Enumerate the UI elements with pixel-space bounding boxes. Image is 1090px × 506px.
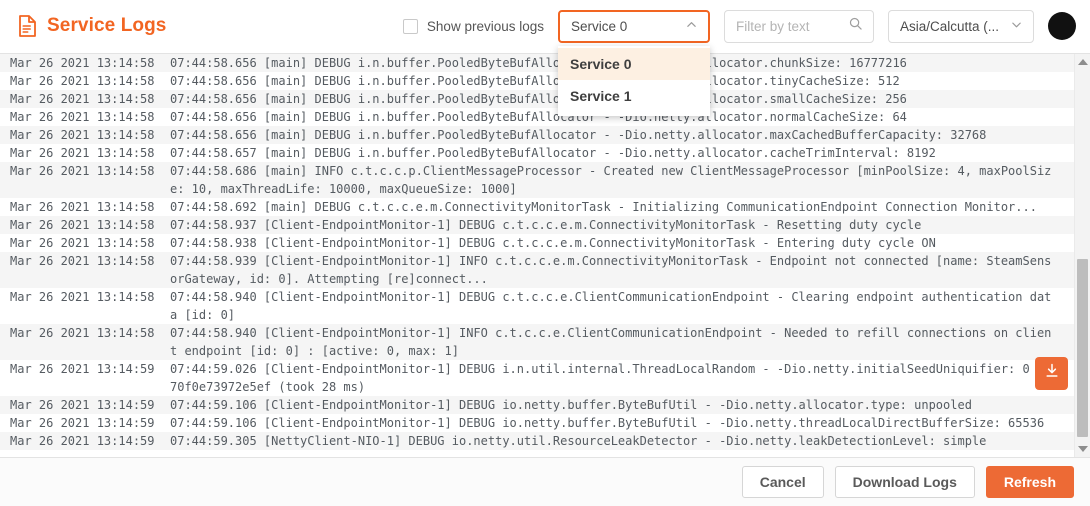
log-timestamp: Mar 26 2021 13:14:58 — [10, 92, 155, 106]
log-message: 07:44:58.692 [main] DEBUG c.t.c.c.e.m.Co… — [170, 200, 1037, 214]
log-message: 07:44:59.305 [NettyClient-NIO-1] DEBUG i… — [170, 434, 987, 448]
log-timestamp: Mar 26 2021 13:14:59 — [10, 416, 155, 430]
log-timestamp: Mar 26 2021 13:14:58 — [10, 164, 155, 178]
log-panel: Mar 26 2021 13:14:58 07:44:58.656 [main] … — [0, 53, 1090, 458]
log-row: Mar 26 2021 13:14:58 07:44:58.656 [main] … — [0, 108, 1074, 126]
cancel-button[interactable]: Cancel — [741, 466, 824, 498]
log-message-continuation: a [id: 0] — [170, 308, 236, 322]
log-message: 07:44:58.686 [main] INFO c.t.c.c.p.Clien… — [170, 162, 1074, 198]
refresh-button[interactable]: Refresh — [985, 466, 1074, 498]
log-message-continuation: orGateway, id: 0]. Attempting [re]connec… — [170, 272, 488, 286]
show-previous-logs-checkbox[interactable]: Show previous logs — [402, 18, 544, 34]
dropdown-option-service-0[interactable]: Service 0 — [558, 48, 710, 80]
log-message: 07:44:59.106 [Client-EndpointMonitor-1] … — [170, 398, 972, 412]
log-timestamp: Mar 26 2021 13:14:59 — [10, 362, 155, 376]
log-timestamp: Mar 26 2021 13:14:58 — [10, 200, 155, 214]
header-controls: Show previous logs Service 0 Asia/Calcut… — [402, 9, 1076, 43]
log-row: Mar 26 2021 13:14:58 07:44:58.692 [main] … — [0, 198, 1074, 216]
log-timestamp: Mar 26 2021 13:14:59 — [10, 398, 155, 412]
caret-up-icon[interactable] — [1075, 54, 1090, 70]
log-message: 07:44:58.940 [Client-EndpointMonitor-1] … — [170, 324, 1074, 360]
log-row: Mar 26 2021 13:14:58 07:44:58.656 [main] … — [0, 126, 1074, 144]
log-timestamp: Mar 26 2021 13:14:58 — [10, 128, 155, 142]
log-row: Mar 26 2021 13:14:59 07:44:59.106 [Client… — [0, 414, 1074, 432]
scroll-to-bottom-button[interactable] — [1035, 357, 1068, 390]
log-message-continuation: e: 10, maxThreadLife: 10000, maxQueueSiz… — [170, 182, 517, 196]
log-timestamp: Mar 26 2021 13:14:58 — [10, 74, 155, 88]
dropdown-option-service-1[interactable]: Service 1 — [558, 80, 710, 112]
log-row: Mar 26 2021 13:14:58 07:44:58.686 [main] … — [0, 162, 1074, 198]
log-row: Mar 26 2021 13:14:59 07:44:59.026 [Client… — [0, 360, 1074, 396]
log-message: 07:44:59.026 [Client-EndpointMonitor-1] … — [170, 360, 1074, 396]
log-row: Mar 26 2021 13:14:58 07:44:58.940 [Client… — [0, 288, 1074, 324]
moon-icon — [1054, 16, 1070, 37]
page-header: Service Logs Show previous logs Service … — [0, 0, 1090, 52]
timezone-select-value: Asia/Calcutta (... — [900, 18, 1000, 34]
scroll-to-bottom-icon — [1043, 362, 1061, 385]
log-timestamp: Mar 26 2021 13:14:58 — [10, 326, 155, 340]
log-scrollbar[interactable] — [1074, 54, 1090, 457]
log-row: Mar 26 2021 13:14:58 07:44:58.657 [main] … — [0, 144, 1074, 162]
log-message: 07:44:58.656 [main] DEBUG i.n.buffer.Poo… — [170, 128, 987, 142]
log-timestamp: Mar 26 2021 13:14:58 — [10, 146, 155, 160]
dark-mode-toggle[interactable] — [1048, 12, 1076, 40]
log-message-continuation: 70f0e73972e5ef (took 28 ms) — [170, 380, 366, 394]
log-timestamp: Mar 26 2021 13:14:58 — [10, 254, 155, 268]
show-previous-logs-label: Show previous logs — [426, 18, 544, 34]
log-timestamp: Mar 26 2021 13:14:58 — [10, 218, 155, 232]
log-row: Mar 26 2021 13:14:58 07:44:58.939 [Client… — [0, 252, 1074, 288]
log-timestamp: Mar 26 2021 13:14:58 — [10, 56, 155, 70]
log-row: Mar 26 2021 13:14:59 07:44:59.106 [Client… — [0, 396, 1074, 414]
download-logs-button[interactable]: Download Logs — [834, 466, 975, 498]
log-timestamp: Mar 26 2021 13:14:59 — [10, 434, 155, 448]
log-row: Mar 26 2021 13:14:58 07:44:58.656 [main] … — [0, 54, 1074, 72]
log-row: Mar 26 2021 13:14:58 07:44:58.938 [Client… — [0, 234, 1074, 252]
search-icon[interactable] — [849, 17, 862, 35]
log-message: 07:44:58.939 [Client-EndpointMonitor-1] … — [170, 252, 1074, 288]
checkbox-box[interactable] — [402, 18, 418, 34]
filter-by-text-box[interactable] — [724, 9, 874, 43]
log-message: 07:44:58.657 [main] DEBUG i.n.buffer.Poo… — [170, 146, 936, 160]
log-list[interactable]: Mar 26 2021 13:14:58 07:44:58.656 [main] … — [0, 54, 1074, 457]
log-row: Mar 26 2021 13:14:59 07:44:59.305 [NettyC… — [0, 432, 1074, 450]
log-timestamp: Mar 26 2021 13:14:58 — [10, 290, 155, 304]
log-timestamp: Mar 26 2021 13:14:58 — [10, 110, 155, 124]
service-dropdown-menu[interactable]: Service 0 Service 1 — [558, 46, 710, 116]
chevron-down-icon — [1011, 17, 1022, 35]
timezone-select[interactable]: Asia/Calcutta (... — [888, 9, 1034, 43]
service-select[interactable]: Service 0 — [558, 9, 710, 43]
log-row: Mar 26 2021 13:14:58 07:44:58.656 [main] … — [0, 90, 1074, 108]
page-title: Service Logs — [47, 15, 167, 36]
footer-actions: Cancel Download Logs Refresh — [0, 458, 1090, 506]
log-message: 07:44:58.937 [Client-EndpointMonitor-1] … — [170, 218, 922, 232]
log-message-continuation: t endpoint [id: 0] : [active: 0, max: 1] — [170, 344, 459, 358]
service-select-value: Service 0 — [571, 18, 628, 34]
scrollbar-thumb[interactable] — [1077, 259, 1088, 437]
log-message: 07:44:59.106 [Client-EndpointMonitor-1] … — [170, 416, 1045, 430]
log-row: Mar 26 2021 13:14:58 07:44:58.937 [Client… — [0, 216, 1074, 234]
page-title-group: Service Logs — [18, 15, 166, 37]
log-message: 07:44:58.938 [Client-EndpointMonitor-1] … — [170, 236, 936, 250]
search-input[interactable] — [736, 18, 844, 34]
log-row: Mar 26 2021 13:14:58 07:44:58.656 [main] … — [0, 72, 1074, 90]
log-timestamp: Mar 26 2021 13:14:58 — [10, 236, 155, 250]
document-icon — [18, 15, 37, 37]
caret-down-icon[interactable] — [1075, 441, 1090, 457]
chevron-up-icon — [686, 17, 697, 35]
log-row: Mar 26 2021 13:14:58 07:44:58.940 [Client… — [0, 324, 1074, 360]
log-message: 07:44:58.940 [Client-EndpointMonitor-1] … — [170, 288, 1074, 324]
